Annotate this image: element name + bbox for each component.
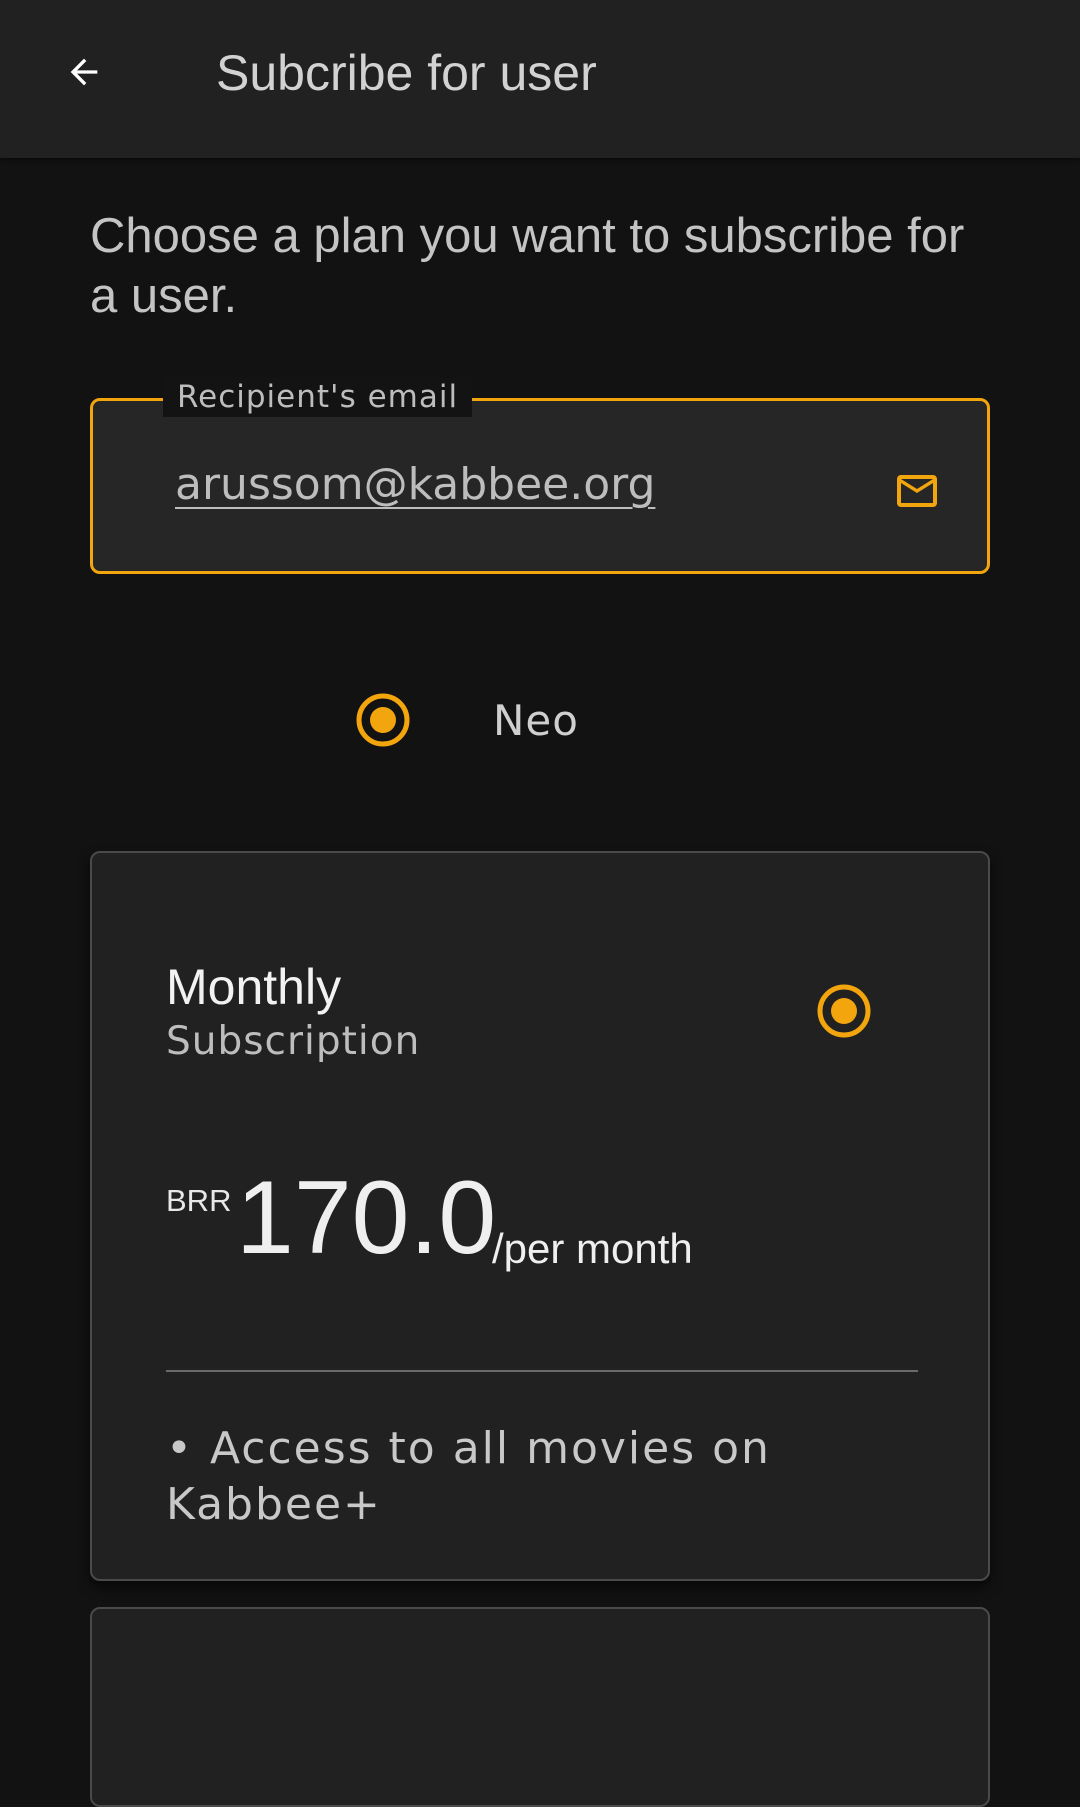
app-bar: Subcribe for user	[0, 0, 1080, 158]
subscription-title: Monthly	[166, 959, 342, 1015]
feature-item: • Access to all movies on Kabbee+	[166, 1423, 771, 1530]
divider	[166, 1370, 918, 1372]
plan-name-label: Neo	[493, 695, 579, 745]
subscription-card[interactable]: Monthly Subscription BRR 170.0 /per mont…	[90, 851, 990, 1581]
intro-text: Choose a plan you want to subscribe for …	[90, 209, 965, 323]
subscription-subtitle: Subscription	[166, 1019, 421, 1064]
radio-selected-icon[interactable]	[816, 983, 872, 1039]
back-button[interactable]	[56, 44, 112, 100]
email-field-label: Recipient's email	[163, 377, 473, 417]
mail-icon	[897, 475, 937, 507]
price-period: /per month	[492, 1225, 693, 1272]
subscription-card-2[interactable]	[90, 1607, 990, 1807]
plan-option-neo[interactable]: Neo	[355, 690, 579, 750]
page-title: Subcribe for user	[216, 45, 597, 101]
price-value: 170.0	[236, 1160, 497, 1276]
radio-selected-icon[interactable]	[355, 692, 411, 748]
currency-label: BRR	[166, 1183, 232, 1218]
arrow-left-icon	[70, 58, 98, 86]
email-input[interactable]: arussom@kabbee.org	[175, 457, 655, 513]
recipient-email-field[interactable]: Recipient's email arussom@kabbee.org	[90, 377, 990, 574]
